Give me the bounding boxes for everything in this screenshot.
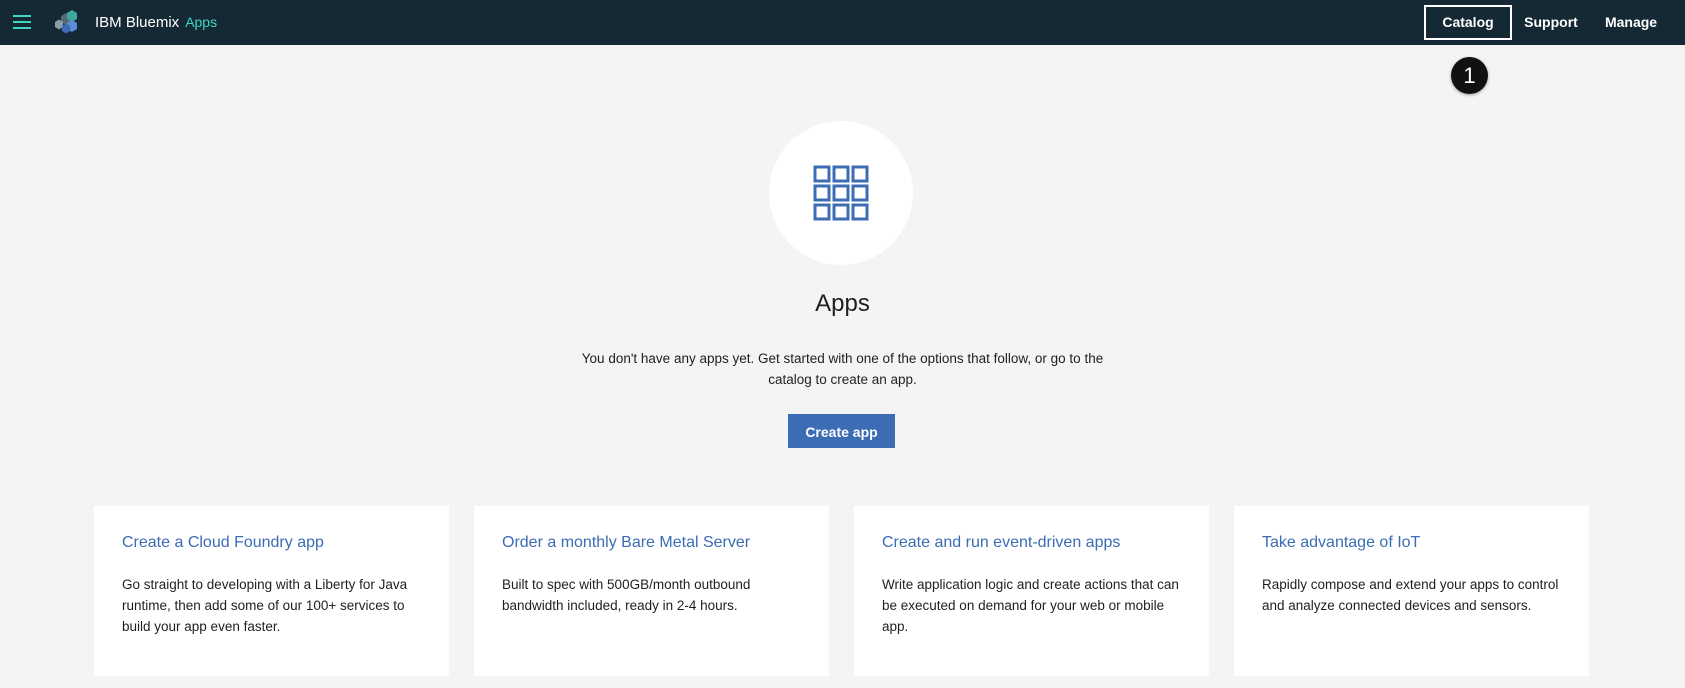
- card-description: Go straight to developing with a Liberty…: [122, 577, 408, 634]
- card-title[interactable]: Order a monthly Bare Metal Server: [502, 534, 801, 552]
- brand-title[interactable]: IBM Bluemix Apps: [95, 14, 217, 31]
- card-description: Built to spec with 500GB/month outbound …: [502, 577, 751, 613]
- create-app-button[interactable]: Create app: [788, 414, 895, 448]
- card-title[interactable]: Create and run event-driven apps: [882, 534, 1181, 552]
- card-bare-metal[interactable]: Order a monthly Bare Metal Server Built …: [474, 506, 829, 676]
- brand-name: IBM Bluemix: [95, 14, 180, 31]
- card-event-driven[interactable]: Create and run event-driven apps Write a…: [854, 506, 1209, 676]
- card-iot[interactable]: Take advantage of IoT Rapidly compose an…: [1234, 506, 1589, 676]
- empty-state-description: You don't have any apps yet. Get started…: [581, 351, 1104, 387]
- nav-catalog[interactable]: Catalog: [1424, 5, 1512, 40]
- card-title[interactable]: Create a Cloud Foundry app: [122, 534, 421, 552]
- card-title[interactable]: Take advantage of IoT: [1262, 534, 1561, 552]
- bluemix-logo-icon: [52, 8, 82, 38]
- nav-support[interactable]: Support: [1517, 5, 1585, 40]
- nav-manage[interactable]: Manage: [1597, 5, 1665, 40]
- page-title: Apps: [815, 290, 870, 317]
- card-description: Rapidly compose and extend your apps to …: [1262, 577, 1559, 613]
- hero-icon-circle: [769, 121, 913, 265]
- card-description: Write application logic and create actio…: [882, 577, 1179, 634]
- card-cloud-foundry[interactable]: Create a Cloud Foundry app Go straight t…: [94, 506, 449, 676]
- hamburger-menu-icon[interactable]: [13, 15, 31, 29]
- top-navigation-bar: IBM Bluemix Apps Catalog Support Manage: [0, 0, 1685, 45]
- apps-grid-icon: [813, 165, 869, 221]
- step-callout-badge: 1: [1451, 57, 1488, 94]
- section-name: Apps: [185, 14, 218, 30]
